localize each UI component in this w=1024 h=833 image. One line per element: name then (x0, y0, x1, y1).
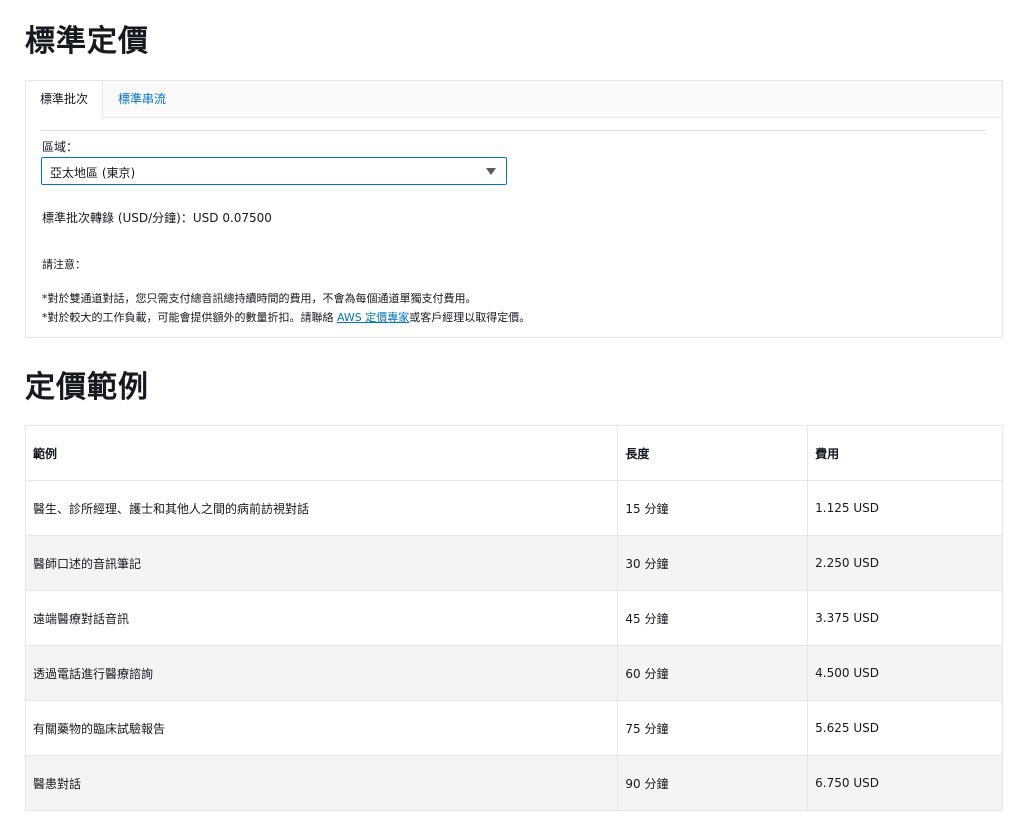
tab-bar: 標準批次 標準串流 (26, 81, 1002, 119)
note-line-2-suffix: 或客戶經理以取得定價。 (409, 311, 531, 324)
header-length: 長度 (617, 425, 809, 481)
pricing-expert-link[interactable]: AWS 定價專家 (337, 311, 409, 324)
caret-down-icon (486, 168, 496, 175)
region-label: 區域： (42, 140, 79, 154)
table-row: 醫師口述的音訊筆記 30 分鐘 2.250 USD (25, 535, 1003, 591)
page-title: 標準定價 (25, 24, 149, 59)
header-cost: 費用 (807, 425, 1003, 481)
rate-text: 標準批次轉錄 (USD/分鐘)：USD 0.07500 (42, 211, 272, 225)
cell-cost: 3.375 USD (807, 590, 1003, 646)
note-line-2: *對於較大的工作負載，可能會提供額外的數量折扣。請聯絡 AWS 定價專家或客戶經… (42, 309, 530, 325)
table-row: 透過電話進行醫療諮詢 60 分鐘 4.500 USD (25, 645, 1003, 701)
notes-title: 請注意： (42, 258, 86, 271)
tab-standard-streaming[interactable]: 標準串流 (103, 81, 181, 118)
note-line-2-prefix: *對於較大的工作負載，可能會提供額外的數量折扣。請聯絡 (42, 311, 337, 324)
cell-cost: 4.500 USD (807, 645, 1003, 701)
cell-length: 15 分鐘 (617, 480, 809, 536)
region-select[interactable]: 亞太地區 (東京) (41, 157, 507, 185)
cell-length: 60 分鐘 (617, 645, 809, 701)
cell-length: 75 分鐘 (617, 700, 809, 756)
cell-length: 90 分鐘 (617, 755, 809, 811)
header-example: 範例 (25, 425, 619, 481)
cell-example: 醫生、診所經理、護士和其他人之間的病前訪視對話 (25, 480, 619, 536)
note-line-1: *對於雙通道對話，您只需支付總音訊總持續時間的費用，不會為每個通道單獨支付費用。 (42, 292, 477, 305)
pricing-panel: 標準批次 標準串流 區域： 亞太地區 (東京) 標準批次轉錄 (USD/分鐘)：… (25, 80, 1003, 338)
table-row: 醫患對話 90 分鐘 6.750 USD (25, 755, 1003, 811)
examples-title: 定價範例 (25, 370, 149, 405)
cell-length: 30 分鐘 (617, 535, 809, 591)
table-row: 遠端醫療對話音訊 45 分鐘 3.375 USD (25, 590, 1003, 646)
cell-example: 透過電話進行醫療諮詢 (25, 645, 619, 701)
cell-cost: 2.250 USD (807, 535, 1003, 591)
cell-length: 45 分鐘 (617, 590, 809, 646)
cell-example: 遠端醫療對話音訊 (25, 590, 619, 646)
table-row: 有關藥物的臨床試驗報告 75 分鐘 5.625 USD (25, 700, 1003, 756)
divider (41, 130, 986, 131)
table-header-row: 範例 長度 費用 (25, 425, 1003, 481)
cell-cost: 5.625 USD (807, 700, 1003, 756)
cell-cost: 6.750 USD (807, 755, 1003, 811)
pricing-examples-table: 範例 長度 費用 醫生、診所經理、護士和其他人之間的病前訪視對話 15 分鐘 1… (25, 425, 1003, 811)
cell-example: 醫師口述的音訊筆記 (25, 535, 619, 591)
cell-example: 有關藥物的臨床試驗報告 (25, 700, 619, 756)
cell-cost: 1.125 USD (807, 480, 1003, 536)
region-select-value: 亞太地區 (東京) (50, 166, 136, 180)
cell-example: 醫患對話 (25, 755, 619, 811)
tab-standard-batch[interactable]: 標準批次 (26, 81, 103, 119)
table-row: 醫生、診所經理、護士和其他人之間的病前訪視對話 15 分鐘 1.125 USD (25, 480, 1003, 536)
